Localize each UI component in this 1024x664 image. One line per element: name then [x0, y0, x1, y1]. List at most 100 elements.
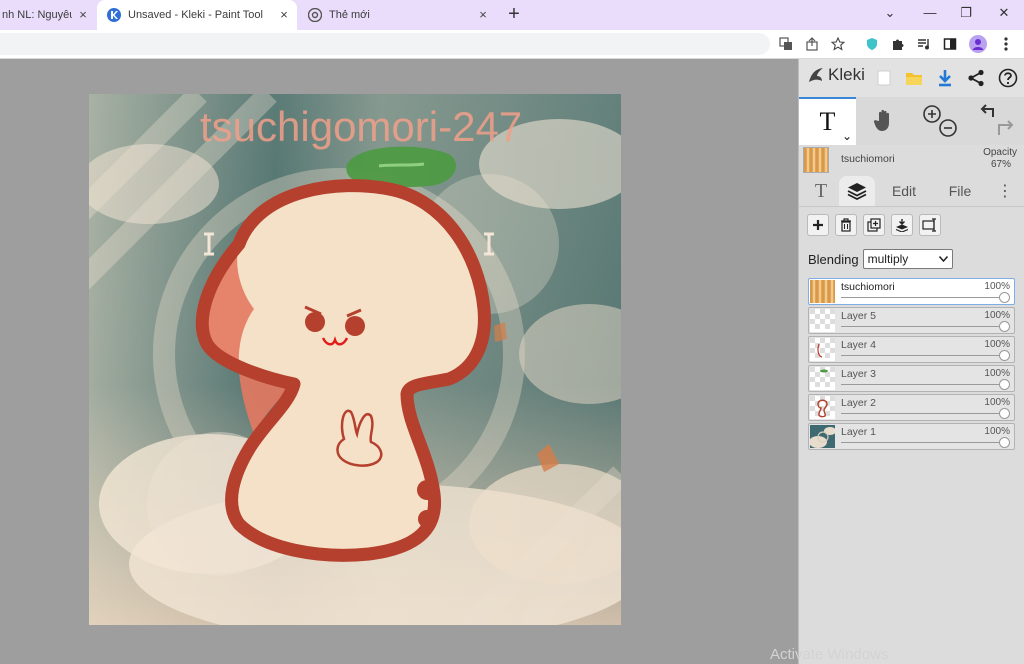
layer-opacity-knob[interactable] — [999, 350, 1010, 361]
zoom-icons — [923, 105, 957, 137]
tab-layers[interactable] — [839, 176, 875, 206]
new-file-icon[interactable] — [873, 67, 895, 89]
menu-icon[interactable] — [996, 34, 1016, 54]
opacity-value: 67% — [990, 159, 1011, 170]
activate-windows-watermark: Activate Windows — [770, 646, 889, 663]
open-folder-icon[interactable] — [903, 67, 925, 89]
layer-name: tsuchiomori — [841, 281, 895, 293]
layer-item-layer-2[interactable]: Layer 2 100% — [808, 394, 1015, 421]
merge-down-icon — [895, 219, 909, 232]
tab-tool-settings[interactable]: T — [803, 176, 839, 206]
star-icon[interactable] — [828, 34, 848, 54]
tool-row: T ⌄ — [799, 97, 1024, 145]
blending-select[interactable]: multiply — [862, 249, 953, 269]
close-window-button[interactable]: ✕ — [990, 3, 1018, 23]
layer-thumbnail — [810, 280, 835, 303]
blending-value: multiply — [867, 252, 909, 266]
download-icon[interactable] — [934, 67, 956, 89]
translate-icon[interactable] — [776, 34, 796, 54]
layer-name: Layer 2 — [841, 397, 877, 409]
undo-icon[interactable] — [980, 104, 994, 117]
layer-opacity-knob[interactable] — [999, 408, 1010, 419]
tab-edit[interactable]: Edit — [879, 176, 929, 206]
tab-close-icon[interactable]: × — [476, 8, 490, 22]
rename-layer-button[interactable] — [919, 214, 941, 236]
history-buttons — [969, 97, 1024, 145]
layer-list: tsuchiomori 100% Layer 5 100% Layer 4 10… — [808, 278, 1015, 452]
media-icon[interactable] — [914, 34, 934, 54]
tab-close-icon[interactable]: × — [277, 8, 291, 22]
layer-item-layer-1[interactable]: Layer 1 100% — [808, 423, 1015, 450]
layer-opacity: 100% — [984, 397, 1010, 408]
layer-thumbnail — [810, 338, 835, 361]
layer-opacity-slider[interactable] — [841, 355, 1004, 356]
blending-row: Blending multiply — [808, 249, 953, 269]
add-layer-button[interactable] — [807, 214, 829, 236]
tab-kleki[interactable]: Unsaved - Kleki - Paint Tool × — [97, 0, 297, 30]
duplicate-icon — [867, 218, 881, 232]
chevron-down-icon — [938, 256, 948, 262]
tab-nguyen-tac[interactable]: nh NL: Nguyêu tắ × — [0, 0, 96, 30]
restore-button[interactable]: ❐ — [952, 3, 980, 23]
more-options-icon[interactable]: ⋮ — [995, 176, 1015, 206]
profile-icon[interactable] — [968, 34, 988, 54]
brush-row: tsuchiomori Opacity 67% — [799, 145, 1024, 175]
tab-search-button[interactable]: ⌄ — [876, 3, 904, 23]
kleki-side-panel: Kleki T ⌄ tsuchiomori Opacity 67% T Edit… — [798, 59, 1024, 664]
share-icon[interactable] — [802, 34, 822, 54]
layer-item-tsuchiomori[interactable]: tsuchiomori 100% — [808, 278, 1015, 305]
text-tool-button[interactable]: T ⌄ — [799, 97, 856, 145]
kleki-logo[interactable]: Kleki — [807, 65, 865, 85]
new-tab-button[interactable]: + — [504, 4, 524, 24]
layer-actions — [807, 214, 941, 236]
tab-title: Thẻ mới — [329, 9, 370, 21]
layer-opacity-slider[interactable] — [841, 384, 1004, 385]
layer-opacity-knob[interactable] — [999, 437, 1010, 448]
duplicate-layer-button[interactable] — [863, 214, 885, 236]
sidepanel-icon[interactable] — [940, 34, 960, 54]
layer-thumbnail — [809, 425, 836, 448]
layer-item-layer-4[interactable]: Layer 4 100% — [808, 336, 1015, 363]
brush-thumbnail[interactable] — [803, 147, 829, 173]
layer-opacity-slider[interactable] — [841, 297, 1004, 298]
tab-title: nh NL: Nguyêu tắ — [2, 9, 72, 21]
layer-name: Layer 5 — [841, 310, 877, 322]
layer-item-layer-3[interactable]: Layer 3 100% — [808, 365, 1015, 392]
layer-name: Layer 3 — [841, 368, 877, 380]
help-icon[interactable] — [997, 67, 1019, 89]
tool-dropdown-icon[interactable]: ⌄ — [842, 129, 852, 143]
tab-title: Unsaved - Kleki - Paint Tool — [128, 9, 263, 21]
drawing-canvas[interactable] — [89, 94, 621, 625]
artwork-image — [89, 94, 621, 625]
layers-icon — [847, 183, 867, 200]
merge-down-button[interactable] — [891, 214, 913, 236]
delete-layer-button[interactable] — [835, 214, 857, 236]
text-tool-icon: T — [819, 107, 836, 136]
layer-opacity-slider[interactable] — [841, 442, 1004, 443]
canvas-area[interactable]: tsuchigomori-247 — [0, 59, 798, 664]
opacity-label: Opacity — [983, 147, 1017, 158]
browser-tab-bar: nh NL: Nguyêu tắ × Unsaved - Kleki - Pai… — [0, 0, 1024, 30]
minimize-button[interactable]: — — [916, 3, 944, 23]
layer-opacity: 100% — [984, 368, 1010, 379]
puzzle-icon[interactable] — [888, 34, 908, 54]
layer-opacity: 100% — [984, 426, 1010, 437]
layer-opacity-slider[interactable] — [841, 413, 1004, 414]
layer-opacity-knob[interactable] — [999, 292, 1010, 303]
layer-opacity-slider[interactable] — [841, 326, 1004, 327]
chrome-favicon-icon — [308, 8, 322, 22]
tool-tab-label: T — [814, 179, 828, 202]
tab-close-icon[interactable]: × — [76, 8, 90, 22]
brush-name: tsuchiomori — [841, 153, 895, 165]
tab-file[interactable]: File — [935, 176, 985, 206]
hand-tool-button[interactable] — [856, 97, 913, 145]
redo-icon[interactable] — [998, 120, 1014, 135]
layer-opacity-knob[interactable] — [999, 321, 1010, 332]
share-icon[interactable] — [965, 67, 987, 89]
address-bar[interactable] — [0, 33, 770, 55]
layer-item-layer-5[interactable]: Layer 5 100% — [808, 307, 1015, 334]
layer-name: Layer 1 — [841, 426, 877, 438]
layer-opacity-knob[interactable] — [999, 379, 1010, 390]
tab-new-tab[interactable]: Thẻ mới × — [298, 0, 496, 30]
extension-shield-icon[interactable] — [862, 34, 882, 54]
